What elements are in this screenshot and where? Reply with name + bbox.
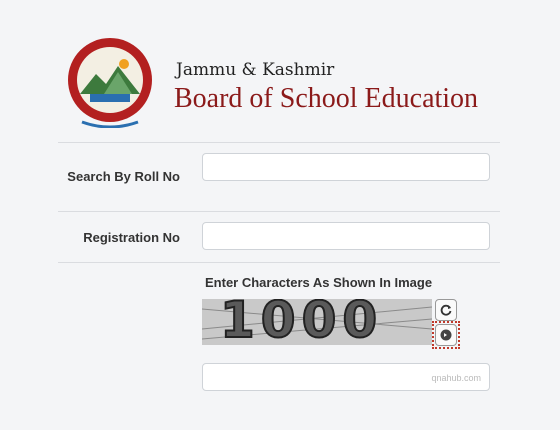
- captcha-image: 1000: [202, 299, 432, 345]
- audio-captcha-button[interactable]: [435, 324, 457, 346]
- jkbose-logo: [68, 38, 152, 128]
- roll-no-field[interactable]: [202, 153, 490, 181]
- site-header: Jammu & Kashmir Board of School Educatio…: [66, 36, 506, 136]
- registration-no-input[interactable]: [203, 223, 489, 249]
- refresh-captcha-button[interactable]: [435, 299, 457, 321]
- watermark: qnahub.com: [431, 373, 481, 383]
- captcha-field[interactable]: qnahub.com: [202, 363, 490, 391]
- divider: [58, 262, 500, 263]
- captcha-text: 1000: [219, 299, 384, 345]
- registration-no-label: Registration No: [83, 230, 180, 245]
- divider: [58, 211, 500, 212]
- audio-captcha-focus[interactable]: [432, 321, 460, 349]
- divider: [58, 142, 500, 143]
- brand-subtitle: Jammu & Kashmir: [176, 60, 335, 80]
- audio-icon: [440, 329, 452, 341]
- roll-no-input[interactable]: [203, 154, 489, 180]
- registration-no-field[interactable]: [202, 222, 490, 250]
- roll-no-label: Search By Roll No: [67, 169, 180, 184]
- refresh-icon: [440, 304, 452, 316]
- captcha-instruction: Enter Characters As Shown In Image: [205, 275, 433, 290]
- brand-title: Board of School Education: [174, 83, 479, 114]
